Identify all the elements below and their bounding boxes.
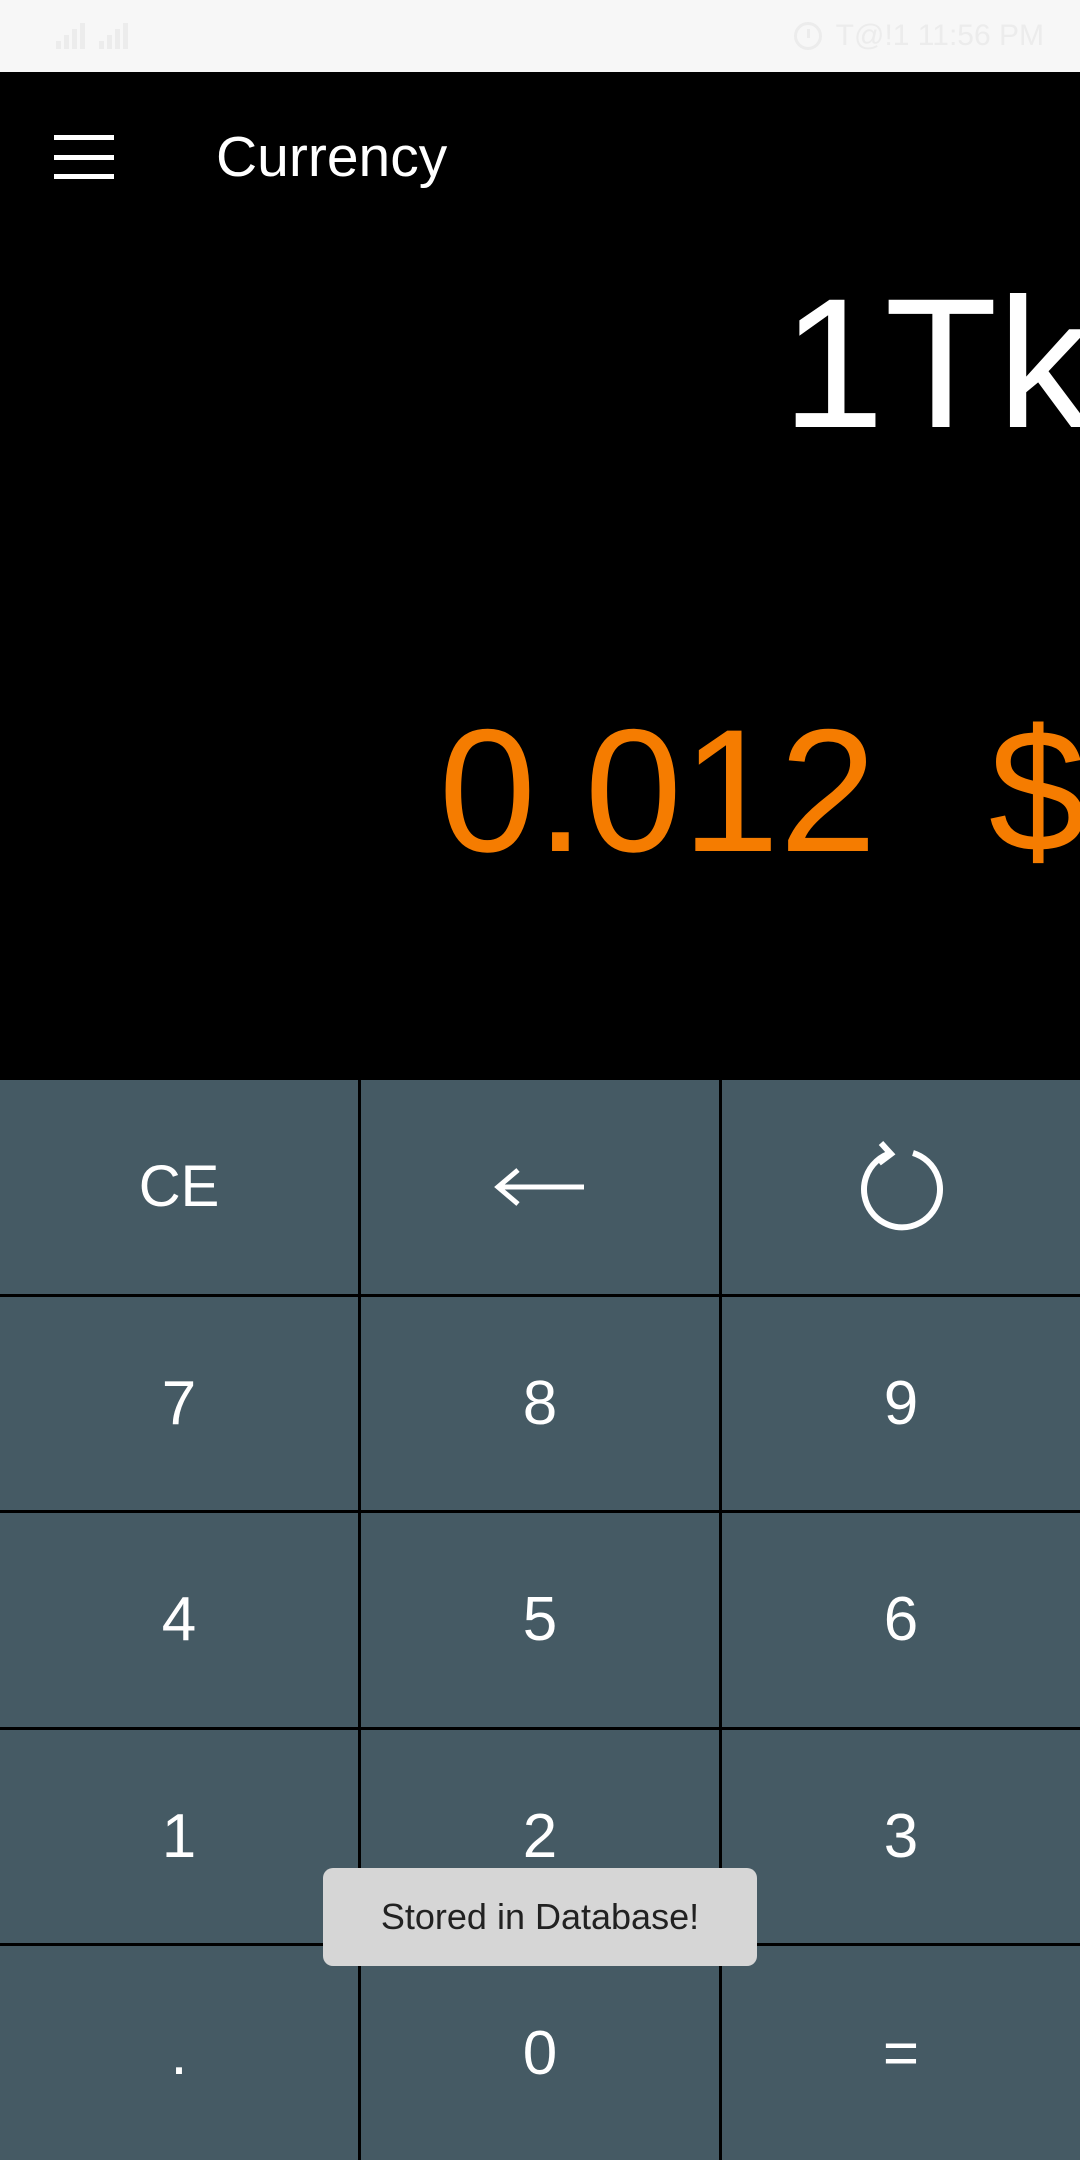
signal-icon	[56, 23, 85, 49]
input-amount: 1Tk	[781, 261, 1080, 467]
converted-result: 0.012 $	[439, 704, 1080, 879]
result-value: 0.012	[438, 694, 877, 889]
digit-5-button[interactable]: 5	[361, 1513, 719, 1727]
status-right: T@!1 11:56 PM	[793, 19, 1044, 53]
calculator-display: 1Tk 0.012 $	[0, 242, 1080, 1080]
digit-4-button[interactable]: 4	[0, 1513, 358, 1727]
digit-8-button[interactable]: 8	[361, 1296, 719, 1511]
refresh-button[interactable]	[722, 1080, 1080, 1294]
refresh-icon	[861, 1140, 943, 1231]
digit-9-button[interactable]: 9	[722, 1296, 1080, 1511]
decimal-point-button[interactable]: .	[0, 1946, 358, 2160]
status-bar: T@!1 11:56 PM	[0, 0, 1080, 72]
equals-button[interactable]: =	[722, 1946, 1080, 2160]
keypad: CE 7 8 9 4 5 6 1 2 3 . 0 =	[0, 1080, 1080, 2160]
status-time: T@!1 11:56 PM	[835, 19, 1044, 52]
alarm-clock-icon	[793, 22, 822, 50]
toast-message: Stored in Database!	[323, 1868, 757, 1966]
digit-0-button[interactable]: 0	[361, 1946, 719, 2160]
status-left	[56, 23, 128, 49]
digit-1-button[interactable]: 1	[0, 1729, 358, 1944]
app-title: Currency	[216, 125, 448, 189]
digit-3-button[interactable]: 3	[722, 1729, 1080, 1944]
result-currency-symbol: $	[988, 694, 1080, 889]
digit-7-button[interactable]: 7	[0, 1296, 358, 1511]
digit-6-button[interactable]: 6	[722, 1513, 1080, 1727]
backspace-button[interactable]	[361, 1080, 719, 1294]
menu-icon[interactable]	[54, 135, 114, 179]
back-arrow-icon	[494, 1167, 584, 1206]
signal-icon-2	[99, 23, 128, 49]
app-bar: Currency	[0, 72, 1080, 242]
clear-entry-button[interactable]: CE	[0, 1080, 358, 1294]
